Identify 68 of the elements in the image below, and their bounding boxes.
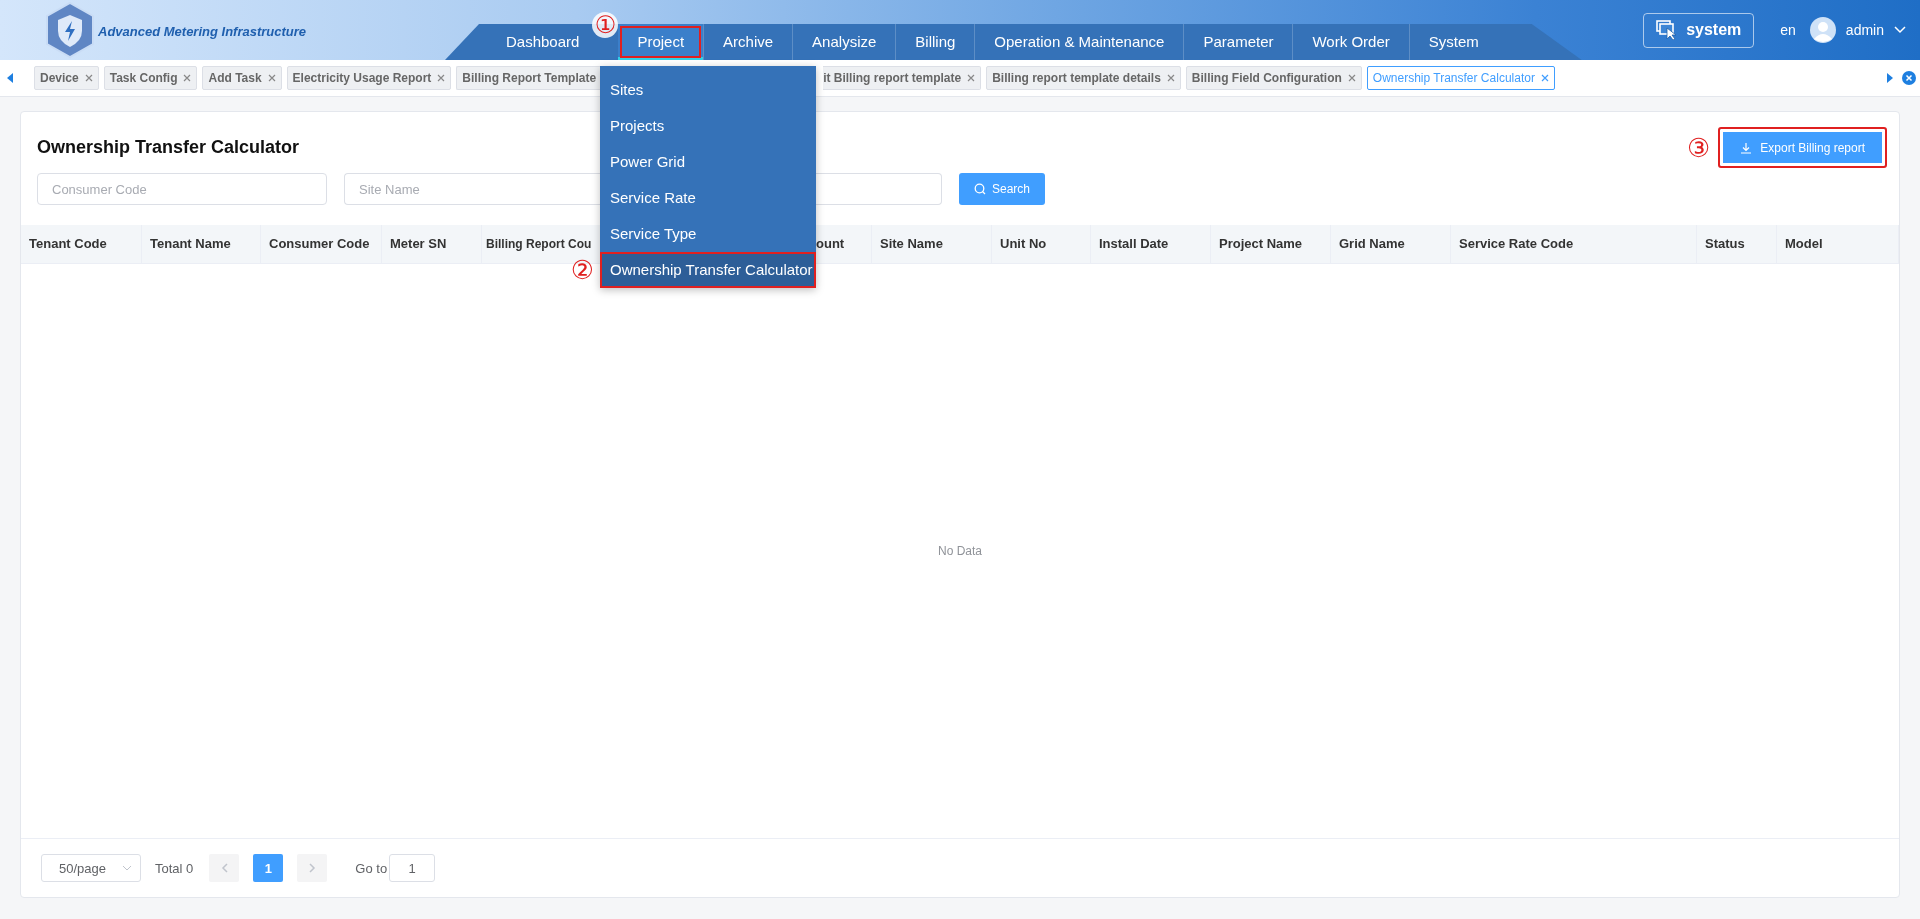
language-label: en <box>1780 22 1796 38</box>
column-header: Meter SN <box>382 225 482 263</box>
close-icon <box>267 74 276 82</box>
avatar-icon <box>1809 17 1836 43</box>
page-number[interactable]: 1 <box>253 854 284 882</box>
menu-item[interactable]: Power Grid <box>600 144 816 180</box>
page-size-select[interactable]: 50/page <box>41 854 141 882</box>
close-icon <box>1540 74 1549 82</box>
menu-item[interactable]: Service Type <box>600 216 816 252</box>
page-jump-field[interactable]: 1 <box>389 854 436 882</box>
nav-item[interactable]: Project <box>618 24 704 60</box>
column-header: Billing Report Cou <box>485 236 593 253</box>
close-icon <box>183 74 192 82</box>
column-header: Install Date <box>1091 225 1211 263</box>
page-tab[interactable]: Task Config <box>103 66 198 90</box>
download-icon <box>1740 141 1753 154</box>
previous-page-button[interactable] <box>209 854 240 882</box>
column-header: Service Rate Code <box>1451 225 1697 263</box>
step-marker: ③ <box>1686 134 1711 161</box>
page-tab[interactable]: Electricity Usage Report <box>286 66 452 90</box>
app-title: Advanced Metering Infrastructure <box>98 23 307 39</box>
column-header: Grid Name <box>1331 225 1451 263</box>
page-tab[interactable]: Add Task <box>202 66 282 90</box>
next-page-button[interactable] <box>297 854 328 882</box>
user-name[interactable]: admin <box>1845 22 1884 38</box>
empty-message: No Data <box>938 544 982 558</box>
close-all-icon <box>1902 71 1916 85</box>
chevron-left-icon <box>220 863 228 873</box>
close-icon <box>1166 74 1175 82</box>
page-tab[interactable]: Billing report template details <box>986 66 1181 90</box>
scroll-left-icon <box>6 73 14 83</box>
column-header: Site Name <box>872 225 992 263</box>
column-header: Unit No <box>992 225 1091 263</box>
scroll-right-icon <box>1886 73 1894 83</box>
system-button[interactable]: system <box>1643 12 1755 48</box>
close-icon <box>967 74 976 82</box>
menu-item[interactable]: Ownership Transfer Calculator <box>600 252 816 288</box>
goto-label: Go to <box>355 860 388 876</box>
step-marker: ② <box>570 257 594 283</box>
column-header: Model <box>1777 225 1899 263</box>
close-icon <box>84 74 93 82</box>
chevron-right-icon <box>308 863 316 873</box>
shield-logo-icon <box>44 1 96 59</box>
filter-field[interactable]: Site Name <box>344 173 600 205</box>
filter-field[interactable]: Consumer Code <box>37 173 327 205</box>
menu-item[interactable]: Service Rate <box>600 180 816 216</box>
chevron-down-icon <box>122 865 132 871</box>
windows-cursor-icon <box>1656 20 1679 40</box>
filter-field[interactable] <box>815 173 942 205</box>
column-header: Status <box>1697 225 1777 263</box>
page-title: Ownership Transfer Calculator <box>37 137 300 158</box>
menu-item[interactable]: Projects <box>600 108 816 144</box>
column-header: Consumer Code <box>261 225 382 263</box>
export-button[interactable]: Export Billing report <box>1718 127 1887 168</box>
page-tab[interactable]: Ownership Transfer Calculator <box>1366 66 1555 90</box>
page-tab[interactable]: Device <box>34 66 99 90</box>
step-marker: ① <box>592 12 619 38</box>
total-count: Total 0 <box>155 860 194 876</box>
column-header: Tenant Code <box>21 225 142 263</box>
caret-icon <box>1894 26 1906 34</box>
page-tab[interactable]: Billing Field Configuration <box>1185 66 1362 90</box>
close-icon <box>1347 74 1356 82</box>
search-icon <box>974 183 986 195</box>
close-icon <box>437 74 446 82</box>
page-tab[interactable]: it Billing report template <box>823 66 982 90</box>
column-header: Tenant Name <box>142 225 261 263</box>
column-header: Project Name <box>1211 225 1331 263</box>
search-button[interactable]: Search <box>959 173 1046 205</box>
